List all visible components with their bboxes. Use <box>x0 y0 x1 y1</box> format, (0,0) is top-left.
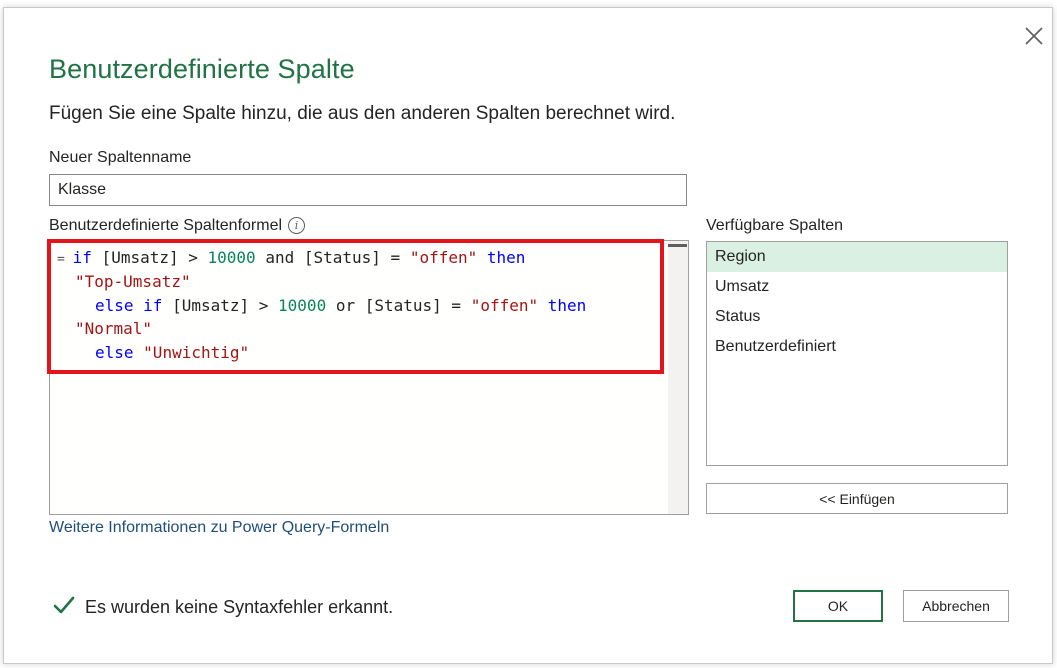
formula-line: "Normal" <box>75 318 152 340</box>
formula-token: "Unwichtig" <box>143 343 250 362</box>
formula-token: then <box>486 248 526 267</box>
column-name-input[interactable] <box>49 174 687 206</box>
formula-scrollbar[interactable] <box>668 241 688 514</box>
formula-token <box>134 343 144 362</box>
column-list-item[interactable]: Region <box>707 242 1007 272</box>
formula-token: "Top-Umsatz" <box>75 272 191 291</box>
formula-token: 10000 <box>278 296 327 315</box>
close-icon[interactable] <box>1022 24 1046 48</box>
more-info-link[interactable]: Weitere Informationen zu Power Query-For… <box>49 519 389 537</box>
formula-token: if <box>72 248 92 267</box>
check-icon <box>53 595 75 620</box>
formula-editor[interactable]: = if [Umsatz] > 10000 and [Status] = "of… <box>49 240 689 515</box>
syntax-status: Es wurden keine Syntaxfehler erkannt. <box>53 595 393 619</box>
formula-token: else <box>95 296 134 315</box>
formula-token: if <box>143 296 163 315</box>
formula-token: [Umsatz] > <box>91 248 208 267</box>
formula-line: "Top-Umsatz" <box>75 271 191 293</box>
formula-token: 10000 <box>207 248 256 267</box>
formula-line: else "Unwichtig" <box>95 342 249 364</box>
formula-text-area[interactable]: = if [Umsatz] > 10000 and [Status] = "of… <box>50 241 668 514</box>
info-icon[interactable]: i <box>288 217 306 234</box>
formula-token: then <box>547 296 587 315</box>
available-columns-label: Verfügbare Spalten <box>706 217 843 234</box>
formula-token: "offen" <box>409 248 478 267</box>
dialog-subtitle: Fügen Sie eine Spalte hinzu, die aus den… <box>49 103 676 124</box>
status-text: Es wurden keine Syntaxfehler erkannt. <box>85 596 394 617</box>
formula-token <box>538 296 548 315</box>
formula-token: else <box>95 343 134 362</box>
available-columns-list[interactable]: Region Umsatz Status Benutzerdefiniert <box>706 241 1008 466</box>
formula-label-row: Benutzerdefinierte Spaltenformel i <box>49 217 306 235</box>
formula-line: = if [Umsatz] > 10000 and [Status] = "of… <box>57 247 525 269</box>
column-list-item[interactable]: Umsatz <box>707 272 1007 302</box>
formula-token: [Umsatz] > <box>162 296 279 315</box>
formula-token: and [Status] = <box>255 248 410 267</box>
formula-label: Benutzerdefinierte Spaltenformel <box>49 217 283 234</box>
insert-button[interactable]: << Einfügen <box>706 483 1008 514</box>
formula-token: or [Status] = <box>326 296 471 315</box>
column-name-label: Neuer Spaltenname <box>49 149 192 166</box>
column-list-item[interactable]: Status <box>707 302 1007 332</box>
formula-token: "offen" <box>470 296 539 315</box>
formula-line: else if [Umsatz] > 10000 or [Status] = "… <box>95 295 586 317</box>
formula-token: "Normal" <box>75 319 153 338</box>
formula-token <box>477 248 487 267</box>
ok-button[interactable]: OK <box>793 590 883 622</box>
column-list-item[interactable]: Benutzerdefiniert <box>707 332 1007 362</box>
dialog-title: Benutzerdefinierte Spalte <box>49 54 355 84</box>
formula-token <box>134 296 144 315</box>
scroll-thumb[interactable] <box>668 244 687 247</box>
cancel-button[interactable]: Abbrechen <box>903 590 1009 622</box>
formula-token: = <box>57 252 73 267</box>
